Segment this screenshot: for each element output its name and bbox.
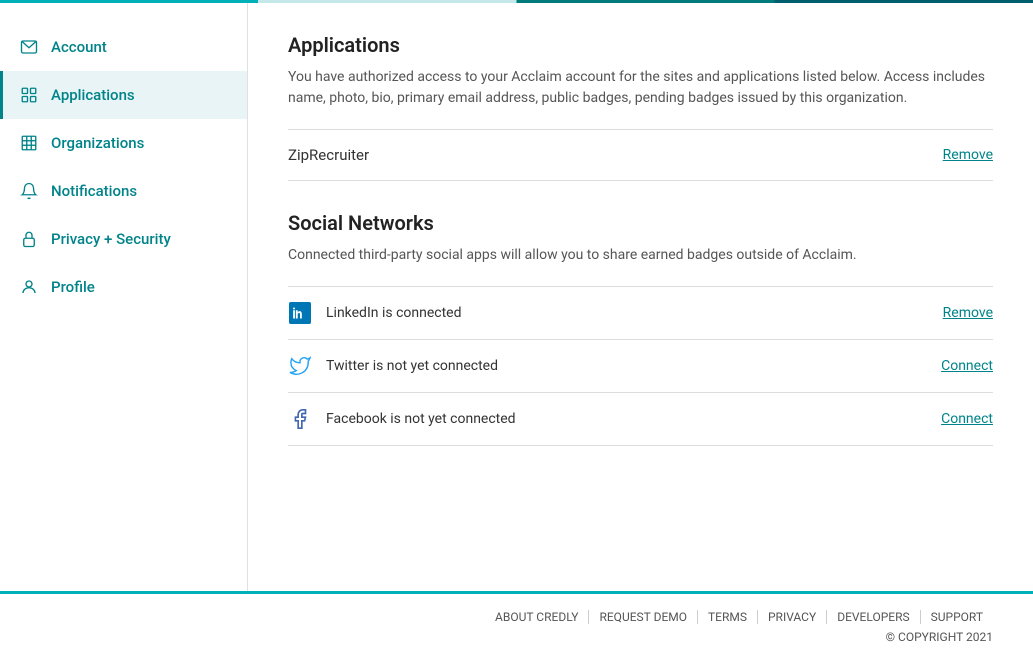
bell-icon (19, 181, 39, 201)
sidebar-item-label: Notifications (51, 182, 137, 200)
social-row-left-facebook: Facebook is not yet connected (288, 407, 516, 431)
grid-icon (19, 85, 39, 105)
social-row-twitter: Twitter is not yet connected Connect (288, 340, 993, 393)
building-icon (19, 133, 39, 153)
sidebar-item-organizations[interactable]: Organizations (0, 119, 247, 167)
lock-icon (19, 229, 39, 249)
remove-linkedin-button[interactable]: Remove (943, 305, 993, 321)
footer-link-developers[interactable]: DEVELOPERS (827, 610, 920, 624)
facebook-icon (288, 407, 312, 431)
sidebar: Account Applications Organizations Notif… (0, 3, 248, 591)
app-name-ziprecruiter: ZipRecruiter (288, 146, 369, 164)
sidebar-item-privacy-security[interactable]: Privacy + Security (0, 215, 247, 263)
sidebar-item-label: Account (51, 38, 107, 56)
social-networks-desc: Connected third-party social apps will a… (288, 245, 993, 266)
user-icon (19, 277, 39, 297)
sidebar-item-label: Applications (51, 86, 135, 104)
social-row-left-twitter: Twitter is not yet connected (288, 354, 498, 378)
applications-title: Applications (288, 33, 993, 57)
sidebar-item-label: Organizations (51, 134, 144, 152)
mail-icon (19, 37, 39, 57)
social-row-linkedin: LinkedIn is connected Remove (288, 287, 993, 340)
social-networks-title: Social Networks (288, 211, 993, 235)
social-row-left-linkedin: LinkedIn is connected (288, 301, 462, 325)
connect-facebook-button[interactable]: Connect (941, 411, 993, 427)
footer-link-about-credly[interactable]: ABOUT CREDLY (485, 610, 589, 624)
footer: ABOUT CREDLY REQUEST DEMO TERMS PRIVACY … (0, 591, 1033, 654)
social-row-facebook: Facebook is not yet connected Connect (288, 393, 993, 446)
sidebar-item-profile[interactable]: Profile (0, 263, 247, 311)
main-content: Applications You have authorized access … (248, 3, 1033, 591)
social-networks-section: Social Networks Connected third-party so… (288, 211, 993, 446)
sidebar-item-notifications[interactable]: Notifications (0, 167, 247, 215)
footer-links: ABOUT CREDLY REQUEST DEMO TERMS PRIVACY … (40, 610, 993, 624)
footer-link-terms[interactable]: TERMS (698, 610, 758, 624)
footer-link-support[interactable]: SUPPORT (921, 610, 993, 624)
app-row-ziprecruiter: ZipRecruiter Remove (288, 130, 993, 181)
linkedin-status: LinkedIn is connected (326, 305, 462, 321)
sidebar-item-account[interactable]: Account (0, 23, 247, 71)
footer-copyright: © COPYRIGHT 2021 (40, 630, 993, 644)
applications-desc: You have authorized access to your Accla… (288, 67, 993, 109)
footer-link-privacy[interactable]: PRIVACY (758, 610, 827, 624)
sidebar-item-label: Privacy + Security (51, 230, 171, 248)
sidebar-item-label: Profile (51, 278, 95, 296)
connect-twitter-button[interactable]: Connect (941, 358, 993, 374)
sidebar-item-applications[interactable]: Applications (0, 71, 247, 119)
twitter-icon (288, 354, 312, 378)
twitter-status: Twitter is not yet connected (326, 358, 498, 374)
linkedin-icon (288, 301, 312, 325)
facebook-status: Facebook is not yet connected (326, 411, 516, 427)
remove-ziprecruiter-button[interactable]: Remove (943, 147, 993, 163)
footer-link-request-demo[interactable]: REQUEST DEMO (589, 610, 698, 624)
